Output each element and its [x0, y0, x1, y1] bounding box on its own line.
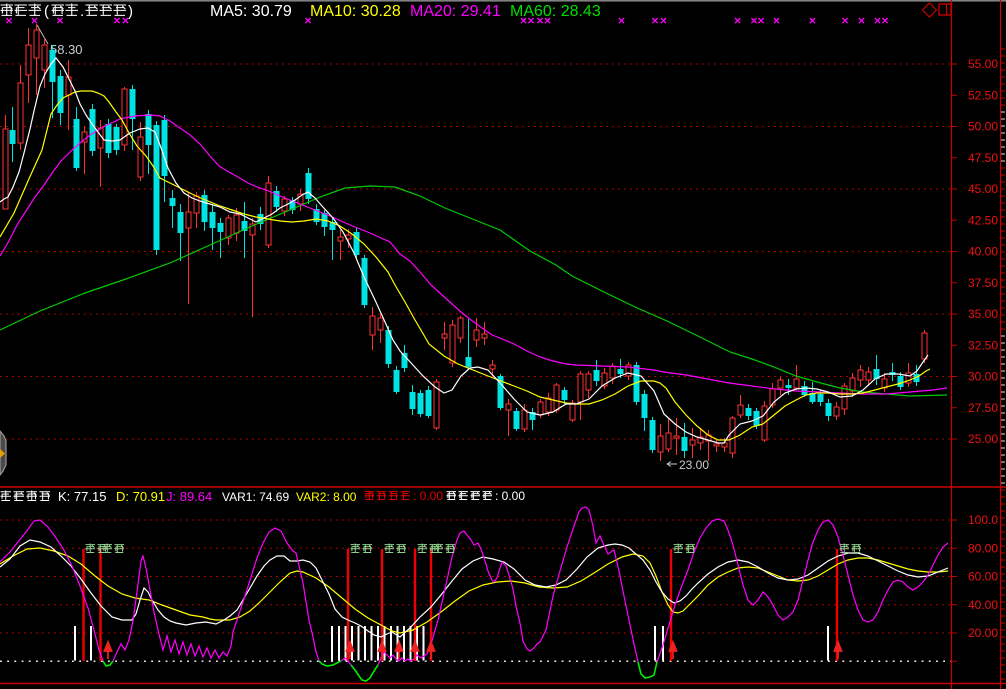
svg-text:23.00: 23.00 — [679, 458, 709, 472]
svg-text:: 0.00: : 0.00 — [495, 489, 525, 503]
svg-text:32.50: 32.50 — [968, 338, 998, 352]
svg-text:K: 77.15: K: 77.15 — [58, 489, 106, 504]
svg-text:40.00: 40.00 — [968, 245, 998, 259]
svg-text:47.50: 47.50 — [968, 151, 998, 165]
svg-text:40.00: 40.00 — [968, 598, 998, 612]
svg-text:100.0: 100.0 — [968, 513, 998, 527]
svg-text:27.50: 27.50 — [968, 401, 998, 415]
svg-text:45.00: 45.00 — [968, 182, 998, 196]
svg-text:80.00: 80.00 — [968, 541, 998, 555]
svg-text:MA10: 30.28: MA10: 30.28 — [310, 3, 401, 20]
svg-text:37.50: 37.50 — [968, 276, 998, 290]
svg-text:MA5: 30.79: MA5: 30.79 — [210, 3, 292, 20]
svg-text:.: . — [80, 3, 84, 20]
svg-text:55.00: 55.00 — [968, 57, 998, 71]
svg-text:60.00: 60.00 — [968, 570, 998, 584]
svg-text:20.00: 20.00 — [968, 626, 998, 640]
svg-text:D: 70.91: D: 70.91 — [116, 489, 165, 504]
svg-text:30.00: 30.00 — [968, 370, 998, 384]
svg-text:VAR1: 74.69: VAR1: 74.69 — [222, 490, 289, 504]
svg-text:VAR2: 8.00: VAR2: 8.00 — [296, 490, 357, 504]
svg-text:MA60: 28.43: MA60: 28.43 — [510, 3, 601, 20]
svg-text:MA20: 29.41: MA20: 29.41 — [410, 3, 501, 20]
svg-text:J: 89.64: J: 89.64 — [166, 489, 212, 504]
svg-text:42.50: 42.50 — [968, 213, 998, 227]
svg-text:50.00: 50.00 — [968, 120, 998, 134]
svg-text:: 0.00: : 0.00 — [413, 489, 443, 503]
svg-text:(: ( — [44, 3, 49, 20]
svg-text:25.00: 25.00 — [968, 432, 998, 446]
svg-text:): ) — [128, 3, 133, 20]
svg-text:35.00: 35.00 — [968, 307, 998, 321]
svg-text:52.50: 52.50 — [968, 88, 998, 102]
